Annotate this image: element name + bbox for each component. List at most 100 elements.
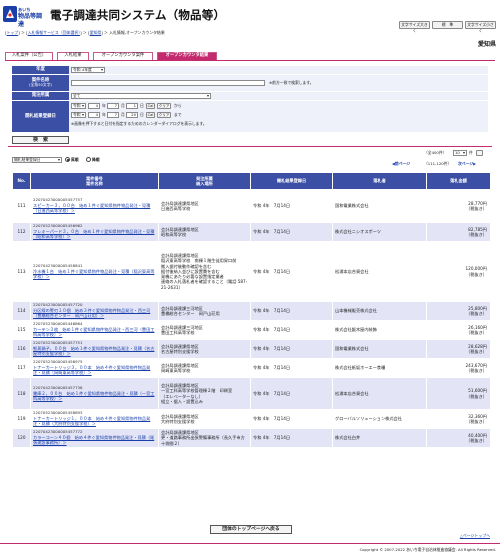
font-size-small-button[interactable]: 文字サイズ小さく [465,21,496,33]
case-name-link[interactable]: カラーコーン４０個 始め４件ぐ愛知県物件物品発注・見積（尾張建設事務所）＞ [33,435,154,445]
case-name-link[interactable]: 態蒸鍋子，００台 始め１件ぐ愛知県物件物品発注・見積（名古屋特別支援学校）＞ [33,346,154,356]
fiscal-year-select[interactable]: 令和 4年度 [71,67,105,73]
row-no: 113 [12,241,31,302]
table-row: 116 22070523000005457751 態蒸鍋子，００台 始め１件ぐ愛知県… [12,339,491,359]
table-row: 113 22070423000005458841 冷水機１台 始め１件ぐ愛知県物件物… [12,241,491,302]
logo[interactable]: あいち 物品等調達 [3,6,47,28]
tax-note: （税抜き） [466,349,487,354]
sort-asc-radio[interactable] [65,157,70,162]
results-table: No. 案件番号 案件名称 発注所属 納入場所 開札結果登録日 落札者 落札金額… [12,172,491,448]
case-name-link[interactable]: トナーカートリッジ１，００本 始め４件ぐ愛知県物件物品発注・見積（大府特別支援学… [33,416,150,426]
date-from-calendar-button[interactable]: Cal [146,103,155,109]
date-to-month-input[interactable]: 7 [107,112,119,118]
row-amount-cell: 243,670円 （税抜き） [426,358,491,378]
search-button[interactable]: 検 索 [12,136,69,144]
row-no: 115 [12,320,31,340]
table-row: 119 22070523000005458893 トナーカートリッジ１，００本 始め… [12,409,491,429]
back-to-org-top-button[interactable]: 団体のトップページへ戻る [210,525,292,534]
per-page-apply-button[interactable] [476,150,483,156]
breadcrumb-org-link[interactable]: 愛知県 [90,30,102,35]
date-from-day-input[interactable]: 1 [126,103,138,109]
font-size-standard-button[interactable]: 標 準 [432,21,463,29]
row-no: 112 [12,222,31,242]
tab-bid-results[interactable]: 入札結果 [57,52,89,60]
row-amount: 28,770円 [468,200,487,206]
breadcrumb-top-link[interactable]: トップ [7,30,19,35]
case-name-link[interactable]: 書庫２，００台 始め１件ぐ愛知県物件物品発注・見積（一宮工科高等学校）＞ [33,391,154,401]
tax-note: （税抜き） [466,311,487,316]
total-count: （全400件） [424,150,447,155]
tax-note: （税抜き） [466,232,487,237]
row-date: 令和 4年 7月14日 [250,241,333,302]
case-name-link[interactable]: スピーカー３，００台 始め１件ぐ愛知県物件物品発注・見積（日進西高等学校）＞ [33,203,150,213]
per-page-select[interactable]: 10 [453,150,467,156]
row-amount: 28,628円 [468,343,487,349]
next-page-link[interactable]: 次ページ▶ [458,161,476,167]
row-no: 111 [12,189,31,223]
case-name-link[interactable]: トナーカートリッジ３，００本 始め４件ぐ愛知県物件物品発注・見積（岡崎東高等学校… [33,365,150,375]
case-name-link[interactable]: フレキーパード３，０台 始め１件ぐ愛知県物件物品発注・見積（昭和高等学校）＞ [33,229,154,239]
sort-desc-radio[interactable] [86,157,91,162]
tab-open-counter-cases[interactable]: オープンカウンタ案件 [93,52,153,60]
font-size-large-button[interactable]: 文字サイズ大きく [399,21,430,33]
row-amount: 25,800円 [468,305,487,311]
row-case-cell: 22070423000005457772 カラーコーン４０個 始め４件ぐ愛知県物件… [30,428,159,448]
row-amount: 40,400円 [468,432,487,438]
row-amount: 120,000円 [465,266,487,272]
issuer-label: 発注所属 [12,92,69,101]
row-date: 令和 4年 7月14日 [250,358,333,378]
col-vendor: 落札者 [332,172,427,190]
date-from-era-select[interactable]: 令和 [71,103,86,109]
col-no: No. [12,172,31,190]
date-to-calendar-button[interactable]: Cal [146,112,155,118]
footer-divider [0,543,500,544]
fiscal-year-label: 年度 [12,66,69,75]
sort-select[interactable]: 開札結果登録日 [12,157,62,163]
breadcrumb-current: 入札情報-オープンカウンタ結果 [109,30,165,35]
date-to-era-select[interactable]: 令和 [71,112,86,118]
tax-note: （税抜き） [466,438,487,443]
case-name-link[interactable]: 分区線の警刃１０個 始め３件ぐ愛知県物件物品発注・西三河（豊橋総合センター 岡戸… [33,308,150,318]
row-vendor: 松浦本店合資会社 [332,377,427,410]
date-from-year-input[interactable]: 4 [88,103,100,109]
date-to-year-input[interactable]: 4 [88,112,100,118]
search-form: 年度 令和 4年度 案件名称 (全角50文字) ※前方一致で検索します。 発注所… [12,66,488,134]
case-name-input[interactable] [71,80,265,86]
table-row: 115 22070523000005446864 カーテン３枚 始め１件ぐ愛知県物件… [12,320,491,340]
breadcrumb-service-link[interactable]: 入札情報サービス（団体選択） [28,30,81,35]
row-date: 令和 4年 7月14日 [250,377,333,410]
date-from-clear-button[interactable]: クリア [157,103,171,109]
date-from-month-input[interactable]: 7 [107,103,119,109]
table-row: 118 22070423000005457738 書庫２，００台 始め１件ぐ愛知県物… [12,377,491,410]
row-amount-cell: 51,600円 （税抜き） [426,377,491,410]
case-name-note: ※前方一致で検索します。 [269,80,314,85]
col-case: 案件番号 案件名称 [30,172,159,190]
tax-note: （税抜き） [466,330,487,335]
row-amount-cell: 28,770円 （税抜き） [426,189,491,223]
row-no: 116 [12,339,31,359]
prev-page-link[interactable]: ◀前ページ [392,161,410,167]
row-amount: 32,360円 [468,413,487,419]
case-name-link[interactable]: 冷水機１台 始め１件ぐ愛知県物件物品発注・見積（稲沢東高等学校）＞ [33,269,154,279]
issuer-select[interactable]: 全て [71,93,211,99]
row-case-cell: 22070423000005457757 スピーカー３，００台 始め１件ぐ愛知県物… [30,189,159,223]
row-case-cell: 22070423000005458841 冷水機１台 始め１件ぐ愛知県物件物品発注… [30,241,159,302]
tab-open-counter-results[interactable]: オープンカウンタ結果 [157,52,217,60]
date-to-day-input[interactable]: 20 [126,112,138,118]
date-label: 開札結果登録日 [12,101,69,133]
header: あいち 物品等調達 電子調達共同システム（物品等） 文字サイズ大きく 標 準 文… [0,0,500,33]
row-case-cell: 22070523000005456975 トナーカートリッジ３，００本 始め４件ぐ… [30,358,159,378]
tab-underline [5,60,495,61]
breadcrumb: [トップ] ＞ [入札情報サービス（団体選択）] ＞ [愛知県] ＞ 入札情報-… [5,30,165,35]
case-name-link[interactable]: カーテン３枚 始め１件ぐ愛知県物件物品発注・西三河（豊田工科高等学校）＞ [33,327,154,337]
row-vendor: 国和電業株式会社 [332,189,427,223]
row-date: 令和 4年 7月14日 [250,320,333,340]
row-date: 令和 4年 7月14日 [250,409,333,429]
page-top-link[interactable]: △ページトップへ [460,533,490,539]
row-case-cell: 22070523000005456962 フレキーパード３，０台 始め１件ぐ愛知県… [30,222,159,242]
tab-bid-notices[interactable]: 入札案件（公告） [5,52,53,60]
row-amount-cell: 32,360円 （税抜き） [426,409,491,429]
tax-note: （税抜き） [466,271,487,277]
date-to-clear-button[interactable]: クリア [157,112,171,118]
row-vendor: 松浦本店合資会社 [332,241,427,302]
